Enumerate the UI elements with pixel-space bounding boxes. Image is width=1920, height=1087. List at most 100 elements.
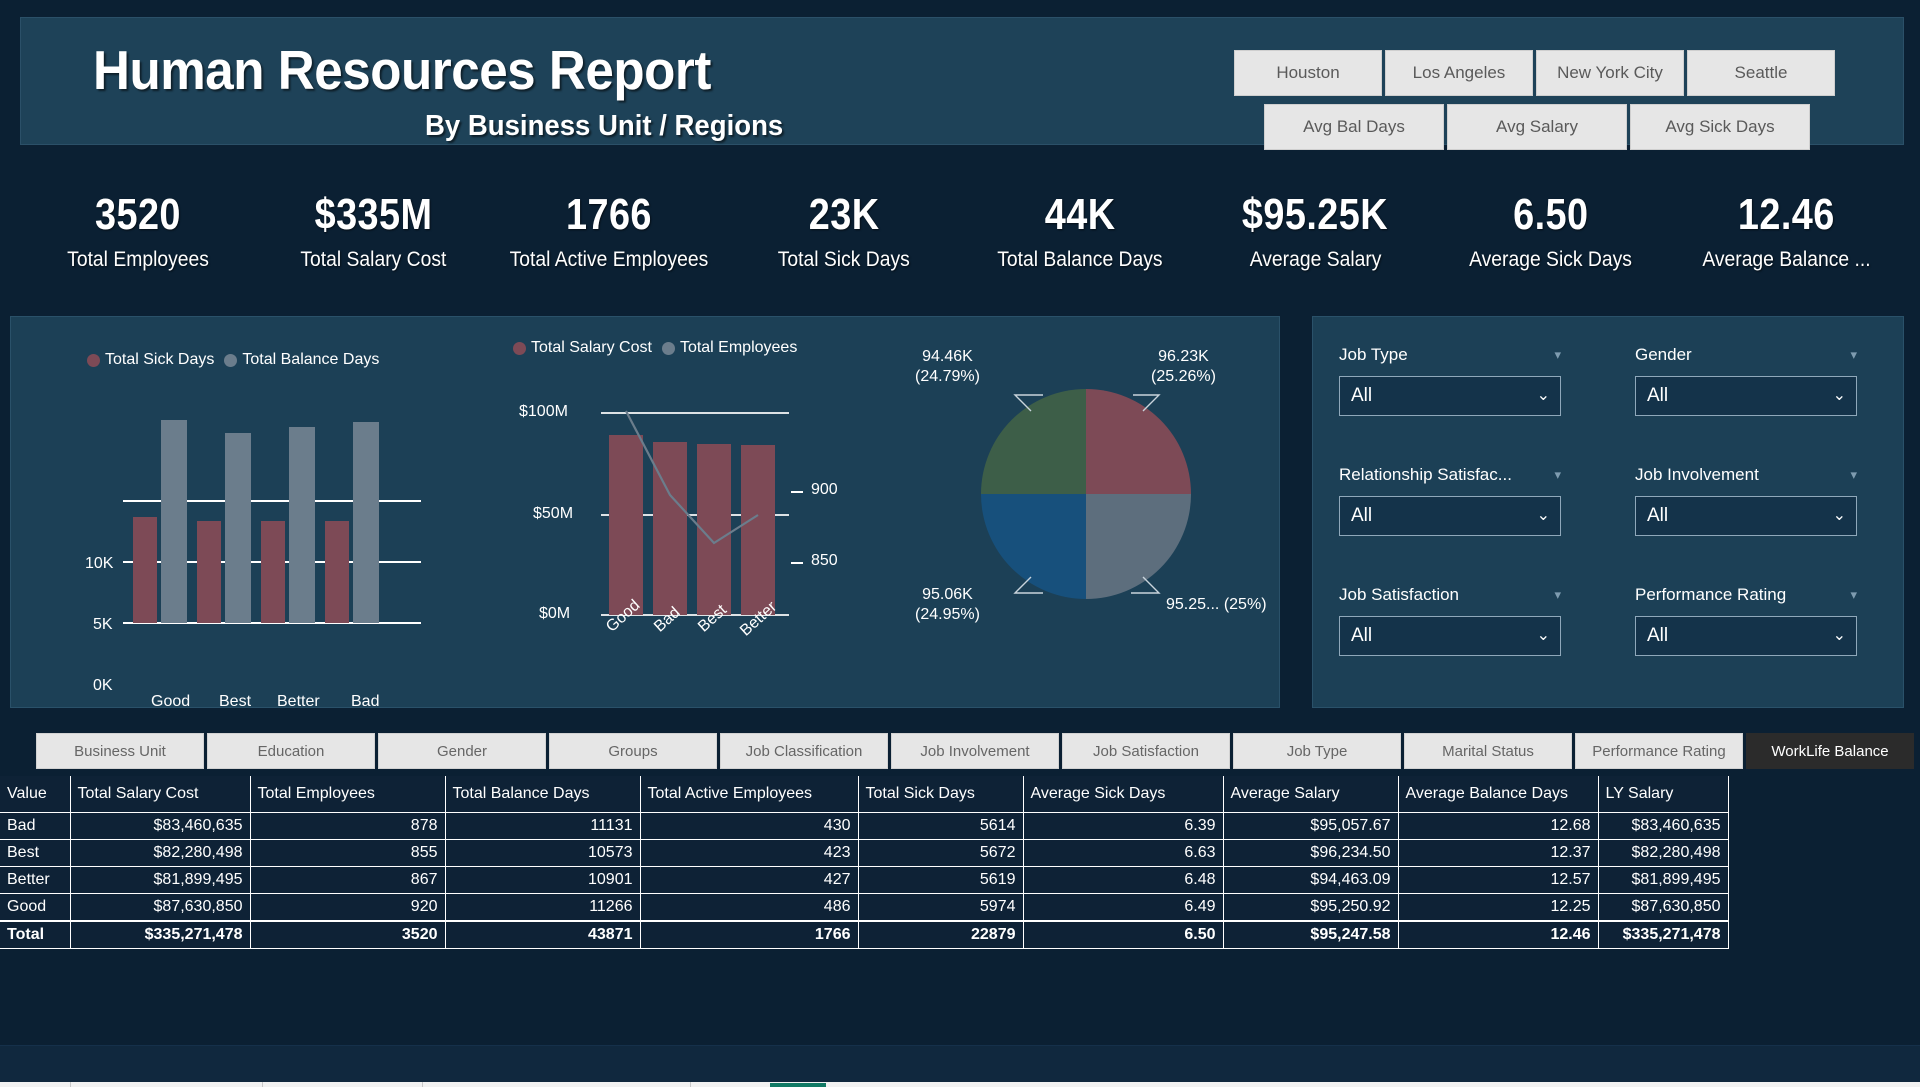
slicer-gender[interactable]: Gender ▾ All ⌄ bbox=[1635, 345, 1857, 416]
chevron-down-icon[interactable]: ▾ bbox=[1850, 587, 1857, 603]
detail-table[interactable]: Value Total Salary Cost Total Employees … bbox=[0, 776, 1728, 949]
pie-value: 96.23K bbox=[1158, 348, 1209, 365]
chevron-down-icon[interactable]: ⌄ bbox=[1833, 508, 1846, 524]
column-header-total-employees[interactable]: Total Employees bbox=[250, 776, 445, 812]
chart-salary-vs-employees[interactable]: Total Salary Cost Total Employees $ bbox=[491, 331, 891, 661]
footer-active-indicator bbox=[770, 1083, 826, 1087]
pie-data-label-maroon: 96.23K (25.26%) bbox=[1151, 347, 1216, 387]
pie-value: 95.25... bbox=[1166, 596, 1219, 613]
kpi-label: Average Balance ... bbox=[1702, 248, 1870, 272]
tab-gender[interactable]: Gender bbox=[378, 733, 546, 769]
cell-total-active-employees: 427 bbox=[640, 866, 858, 893]
slicer-job-satisfaction[interactable]: Job Satisfaction ▾ All ⌄ bbox=[1339, 585, 1561, 656]
city-filter-buttons: Houston Los Angeles New York City Seattl… bbox=[1234, 50, 1835, 96]
tab-business-unit[interactable]: Business Unit bbox=[36, 733, 204, 769]
slicer-title: Performance Rating bbox=[1635, 585, 1786, 605]
chevron-down-icon[interactable]: ⌄ bbox=[1833, 388, 1846, 404]
tab-groups[interactable]: Groups bbox=[549, 733, 717, 769]
tab-job-satisfaction[interactable]: Job Satisfaction bbox=[1062, 733, 1230, 769]
dashboard-page: Human Resources Report By Business Unit … bbox=[0, 0, 1920, 1087]
column-header-average-sick-days[interactable]: Average Sick Days bbox=[1023, 776, 1223, 812]
chevron-down-icon[interactable]: ▾ bbox=[1554, 347, 1561, 363]
cell-value: Total bbox=[0, 921, 70, 949]
y-tick-label: $0M bbox=[539, 605, 570, 623]
y-tick-label: $100M bbox=[519, 403, 568, 421]
slicer-job-involvement[interactable]: Job Involvement ▾ All ⌄ bbox=[1635, 465, 1857, 536]
kpi-label: Total Active Employees bbox=[509, 248, 708, 272]
cell-total-active-employees: 430 bbox=[640, 812, 858, 839]
cell-average-sick-days: 6.48 bbox=[1023, 866, 1223, 893]
table-row[interactable]: Bad $83,460,635 878 11131 430 5614 6.39 … bbox=[0, 812, 1728, 839]
city-button-new-york-city[interactable]: New York City bbox=[1536, 50, 1684, 96]
chart-average-salary-pie[interactable]: 96.23K (25.26%) 94.46K (24.79%) 95.06K (… bbox=[911, 333, 1271, 663]
slicer-job-type[interactable]: Job Type ▾ All ⌄ bbox=[1339, 345, 1561, 416]
cell-value: Bad bbox=[0, 812, 70, 839]
chart-sick-vs-balance-days[interactable]: Total Sick Days Total Balance Days bbox=[71, 343, 451, 663]
column-header-total-sick-days[interactable]: Total Sick Days bbox=[858, 776, 1023, 812]
cell-total-sick-days: 5672 bbox=[858, 839, 1023, 866]
column-header-total-active-employees[interactable]: Total Active Employees bbox=[640, 776, 858, 812]
chevron-down-icon[interactable]: ▾ bbox=[1554, 587, 1561, 603]
legend-item[interactable]: Total Employees bbox=[662, 339, 797, 357]
table-row[interactable]: Better $81,899,495 867 10901 427 5619 6.… bbox=[0, 866, 1728, 893]
legend-label: Total Salary Cost bbox=[531, 339, 652, 357]
legend-item[interactable]: Total Sick Days bbox=[87, 351, 214, 369]
column-header-value[interactable]: Value bbox=[0, 776, 70, 812]
table-row[interactable]: Best $82,280,498 855 10573 423 5672 6.63… bbox=[0, 839, 1728, 866]
cell-total-sick-days: 5619 bbox=[858, 866, 1023, 893]
kpi-value: 12.46 bbox=[1738, 190, 1835, 240]
chevron-down-icon[interactable]: ⌄ bbox=[1537, 628, 1550, 644]
kpi-total-balance-days: 44K Total Balance Days bbox=[962, 163, 1198, 299]
legend-label: Total Balance Days bbox=[242, 351, 379, 369]
city-button-los-angeles[interactable]: Los Angeles bbox=[1385, 50, 1533, 96]
y2-tick-label: 900 bbox=[811, 481, 838, 499]
chevron-down-icon[interactable]: ⌄ bbox=[1537, 508, 1550, 524]
tab-job-type[interactable]: Job Type bbox=[1233, 733, 1401, 769]
table-row[interactable]: Good $87,630,850 920 11266 486 5974 6.49… bbox=[0, 893, 1728, 921]
pie-percent: (24.95%) bbox=[915, 606, 980, 623]
kpi-total-sick-days: 23K Total Sick Days bbox=[727, 163, 963, 299]
pie-percent: (25%) bbox=[1224, 596, 1267, 613]
tab-job-classification[interactable]: Job Classification bbox=[720, 733, 888, 769]
slicer-title: Relationship Satisfac... bbox=[1339, 465, 1512, 485]
column-header-ly-salary[interactable]: LY Salary bbox=[1598, 776, 1728, 812]
slicer-dropdown[interactable]: All ⌄ bbox=[1339, 616, 1561, 656]
slicer-dropdown[interactable]: All ⌄ bbox=[1635, 496, 1857, 536]
slicer-dropdown[interactable]: All ⌄ bbox=[1339, 376, 1561, 416]
legend-item[interactable]: Total Salary Cost bbox=[513, 339, 652, 357]
tab-worklife-balance[interactable]: WorkLife Balance bbox=[1746, 733, 1914, 769]
tab-performance-rating[interactable]: Performance Rating bbox=[1575, 733, 1743, 769]
slicer-performance-rating[interactable]: Performance Rating ▾ All ⌄ bbox=[1635, 585, 1857, 656]
metric-button-avg-sick-days[interactable]: Avg Sick Days bbox=[1630, 104, 1810, 150]
metric-button-avg-bal-days[interactable]: Avg Bal Days bbox=[1264, 104, 1444, 150]
cell-total-salary-cost: $83,460,635 bbox=[70, 812, 250, 839]
tab-education[interactable]: Education bbox=[207, 733, 375, 769]
slicer-relationship-satisfaction[interactable]: Relationship Satisfac... ▾ All ⌄ bbox=[1339, 465, 1561, 536]
cell-total-employees: 878 bbox=[250, 812, 445, 839]
kpi-label: Total Salary Cost bbox=[300, 248, 446, 272]
cell-total-salary-cost: $335,271,478 bbox=[70, 921, 250, 949]
cell-average-sick-days: 6.63 bbox=[1023, 839, 1223, 866]
slicer-dropdown[interactable]: All ⌄ bbox=[1339, 496, 1561, 536]
chevron-down-icon[interactable]: ▾ bbox=[1850, 467, 1857, 483]
column-header-total-salary-cost[interactable]: Total Salary Cost bbox=[70, 776, 250, 812]
legend-item[interactable]: Total Balance Days bbox=[224, 351, 379, 369]
tab-marital-status[interactable]: Marital Status bbox=[1404, 733, 1572, 769]
city-button-houston[interactable]: Houston bbox=[1234, 50, 1382, 96]
slicer-dropdown[interactable]: All ⌄ bbox=[1635, 616, 1857, 656]
chevron-down-icon[interactable]: ⌄ bbox=[1833, 628, 1846, 644]
slicer-dropdown[interactable]: All ⌄ bbox=[1635, 376, 1857, 416]
column-header-average-balance-days[interactable]: Average Balance Days bbox=[1398, 776, 1598, 812]
legend-swatch-icon bbox=[87, 354, 100, 367]
metric-button-avg-salary[interactable]: Avg Salary bbox=[1447, 104, 1627, 150]
kpi-band: 3520 Total Employees $335M Total Salary … bbox=[20, 163, 1904, 299]
tab-job-involvement[interactable]: Job Involvement bbox=[891, 733, 1059, 769]
chevron-down-icon[interactable]: ▾ bbox=[1850, 347, 1857, 363]
chevron-down-icon[interactable]: ⌄ bbox=[1537, 388, 1550, 404]
table-total-row: Total $335,271,478 3520 43871 1766 22879… bbox=[0, 921, 1728, 949]
chevron-down-icon[interactable]: ▾ bbox=[1554, 467, 1561, 483]
column-header-total-balance-days[interactable]: Total Balance Days bbox=[445, 776, 640, 812]
column-header-average-salary[interactable]: Average Salary bbox=[1223, 776, 1398, 812]
pie-percent: (24.79%) bbox=[915, 368, 980, 385]
city-button-seattle[interactable]: Seattle bbox=[1687, 50, 1835, 96]
